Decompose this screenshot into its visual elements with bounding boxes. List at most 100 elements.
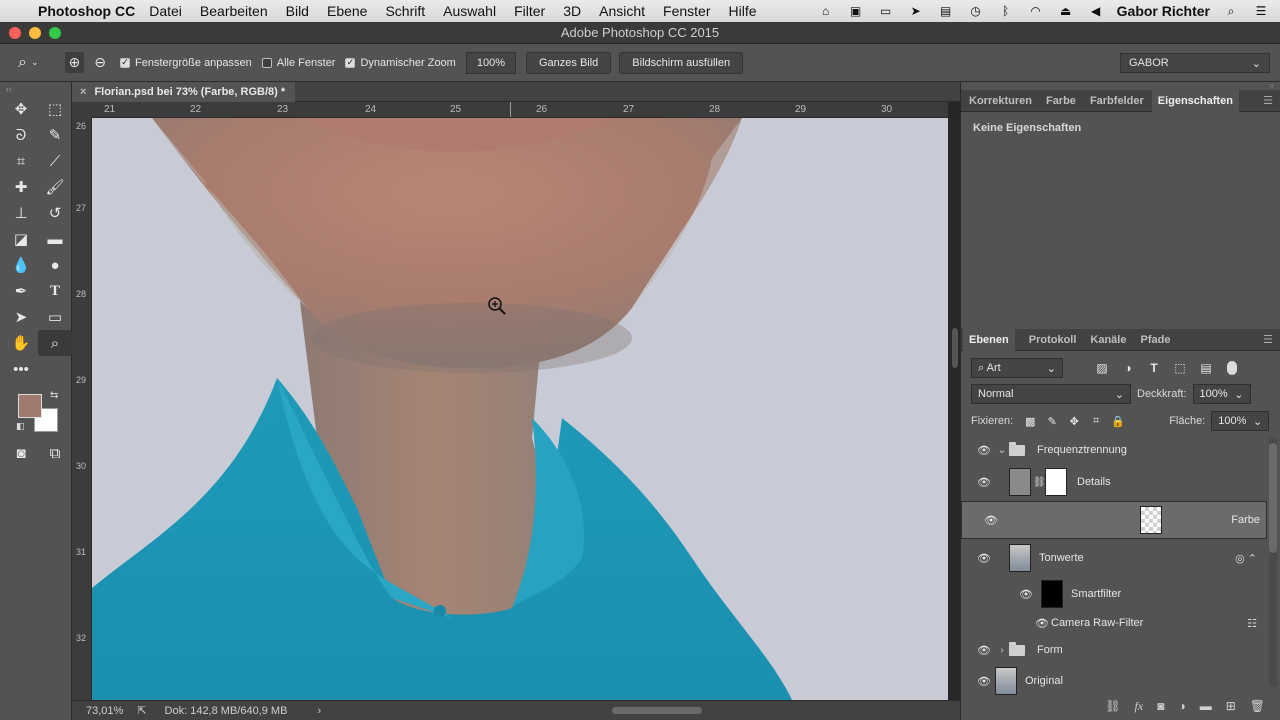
workspace-switcher[interactable]: GABOR ⌄ — [1120, 53, 1270, 73]
tab-farbe[interactable]: Farbe — [1046, 95, 1076, 107]
new-layer-icon[interactable]: ⊞ — [1226, 699, 1236, 713]
wifi-icon[interactable]: ◠ — [1027, 4, 1045, 18]
lock-all-icon[interactable]: 🔒 — [1107, 415, 1129, 428]
tool-preset-picker[interactable]: ⌕ ⌄ — [18, 54, 55, 72]
time-machine-icon[interactable]: ◷ — [967, 4, 985, 18]
gradient-tool-icon[interactable]: ▬ — [38, 226, 72, 252]
smart-filter-options-icon[interactable]: ◎ ⌃ — [1235, 552, 1257, 565]
shape-tool-icon[interactable]: ▭ — [38, 304, 72, 330]
tab-ebenen[interactable]: Ebenen — [963, 328, 1015, 351]
panel-collapse-icon[interactable]: ‹‹ — [0, 82, 71, 96]
blur-tool-icon[interactable]: 💧 — [4, 252, 38, 278]
visibility-eye-icon[interactable]: 👁 — [973, 552, 995, 565]
foreground-color-swatch[interactable] — [18, 394, 42, 418]
volume-icon[interactable]: ◀ — [1087, 4, 1105, 18]
close-window-button[interactable] — [9, 27, 21, 39]
battery-icon[interactable]: ▤ — [937, 4, 955, 18]
link-layers-icon[interactable]: ⛓ — [1105, 699, 1120, 713]
new-adjustment-layer-icon[interactable]: ◑ — [1178, 699, 1185, 713]
tab-eigenschaften[interactable]: Eigenschaften — [1151, 89, 1239, 112]
layer-row-selected[interactable]: 👁 Farbe — [961, 501, 1267, 539]
layer-row-group[interactable]: 👁 › Form — [961, 635, 1267, 665]
layer-row[interactable]: 👁 ⛓ Details — [961, 463, 1267, 501]
quick-mask-icon[interactable]: ◙ — [4, 440, 38, 466]
menu-auswahl[interactable]: Auswahl — [443, 3, 496, 19]
tab-farbfelder[interactable]: Farbfelder — [1090, 95, 1144, 107]
move-tool-icon[interactable]: ✥ — [4, 96, 38, 122]
minimize-window-button[interactable] — [29, 27, 41, 39]
zoom-out-button[interactable]: ⊖ — [94, 54, 106, 71]
visibility-eye-icon[interactable]: 👁 — [980, 514, 1002, 527]
bluetooth-icon[interactable]: ᛒ — [997, 4, 1015, 18]
lock-pixels-icon[interactable]: ✎ — [1041, 415, 1063, 428]
screen-mode-icon[interactable]: ⧉ — [38, 440, 72, 466]
menu-hilfe[interactable]: Hilfe — [729, 3, 757, 19]
layer-row[interactable]: 👁 Tonwerte ◎ ⌃ — [961, 539, 1267, 577]
zoom-level[interactable]: 73,01% — [86, 705, 123, 717]
menu-3d[interactable]: 3D — [563, 3, 581, 19]
dodge-tool-icon[interactable]: ● — [38, 252, 72, 278]
display-icon[interactable]: ▣ — [847, 4, 865, 18]
menu-schrift[interactable]: Schrift — [385, 3, 425, 19]
lock-transparency-icon[interactable]: ▩ — [1019, 415, 1041, 428]
resize-windows-checkbox[interactable]: ✓ Fenstergröße anpassen — [119, 57, 252, 69]
visibility-eye-icon[interactable]: 👁 — [973, 444, 995, 457]
menu-fenster[interactable]: Fenster — [663, 3, 710, 19]
menu-app-name[interactable]: Photoshop CC — [38, 3, 135, 19]
lock-position-icon[interactable]: ✥ — [1063, 415, 1085, 428]
filter-mask-thumbnail[interactable] — [1041, 580, 1063, 608]
path-selection-tool-icon[interactable]: ➤ — [4, 304, 38, 330]
zoom-100-button[interactable]: 100% — [465, 51, 516, 74]
layer-row-group[interactable]: 👁 ⌄ Frequenztrennung — [961, 437, 1267, 463]
layers-scrollbar[interactable] — [1269, 437, 1277, 687]
menu-ansicht[interactable]: Ansicht — [599, 3, 645, 19]
search-icon[interactable]: ⌕ — [1222, 4, 1240, 18]
marquee-tool-icon[interactable]: ⬚ — [38, 96, 72, 122]
vertical-ruler[interactable]: 26 27 28 29 30 31 32 — [72, 118, 92, 700]
zoom-tool-icon[interactable]: ⌕ — [38, 330, 72, 356]
clone-stamp-tool-icon[interactable]: ⊥ — [4, 200, 38, 226]
swap-colors-icon[interactable]: ⇆ — [50, 390, 58, 401]
blend-mode-select[interactable]: Normal ⌄ — [971, 384, 1131, 404]
visibility-eye-icon[interactable]: 👁 — [973, 644, 995, 657]
menu-datei[interactable]: Datei — [149, 3, 182, 19]
export-icon[interactable]: ⇱ — [137, 704, 146, 717]
document-tab[interactable]: × Florian.psd bei 73% (Farbe, RGB/8) * — [72, 81, 296, 102]
list-icon[interactable]: ☰ — [1252, 4, 1270, 18]
window-icon[interactable]: ▭ — [877, 4, 895, 18]
filter-smart-object-icon[interactable]: ▤ — [1193, 361, 1219, 375]
menu-bild[interactable]: Bild — [286, 3, 309, 19]
panel-divider[interactable] — [952, 328, 958, 368]
quick-selection-tool-icon[interactable]: ✎ — [38, 122, 72, 148]
menubar-user[interactable]: Gabor Richter — [1117, 3, 1210, 19]
panel-menu-icon[interactable]: ☰ — [1263, 94, 1273, 107]
healing-brush-tool-icon[interactable]: ✚ — [4, 174, 38, 200]
zoom-in-button[interactable]: ⊕ — [64, 52, 85, 73]
eyedropper-tool-icon[interactable]: ⟋ — [38, 148, 72, 174]
layer-mask-thumbnail[interactable] — [1045, 468, 1067, 496]
fit-screen-button[interactable]: Ganzes Bild — [525, 51, 612, 74]
eraser-tool-icon[interactable]: ◪ — [4, 226, 38, 252]
lock-artboard-icon[interactable]: ⌗ — [1085, 415, 1107, 428]
tab-pfade[interactable]: Pfade — [1140, 334, 1170, 346]
fill-field[interactable]: 100% ⌄ — [1211, 411, 1270, 431]
layer-filter-kind-select[interactable]: ⌕ Art ⌄ — [971, 358, 1063, 378]
zoom-window-button[interactable] — [49, 27, 61, 39]
add-mask-icon[interactable]: ◙ — [1157, 699, 1164, 713]
horizontal-scrollbar[interactable] — [612, 707, 702, 714]
status-menu-arrow-icon[interactable]: › — [317, 705, 321, 717]
home-icon[interactable]: ⌂ — [817, 4, 835, 18]
visibility-eye-icon[interactable]: 👁 — [1035, 617, 1049, 630]
chevron-down-icon[interactable]: ⌄ — [995, 445, 1009, 456]
layer-row-smartfilter[interactable]: 👁 Smartfilter — [961, 577, 1267, 611]
visibility-eye-icon[interactable]: 👁 — [973, 675, 995, 688]
new-group-icon[interactable]: ▬ — [1200, 699, 1212, 713]
lasso-tool-icon[interactable]: ᘐ — [4, 122, 38, 148]
visibility-eye-icon[interactable]: 👁 — [1015, 588, 1037, 601]
chevron-right-icon[interactable]: › — [995, 645, 1009, 656]
layer-style-icon[interactable]: fx — [1135, 699, 1144, 714]
delete-layer-icon[interactable]: 🗑 — [1250, 699, 1265, 713]
layer-row-filter[interactable]: 👁 Camera Raw-Filter ☷ — [961, 611, 1267, 635]
pen-tool-icon[interactable]: ✒ — [4, 278, 38, 304]
crop-tool-icon[interactable]: ⌗ — [4, 148, 38, 174]
